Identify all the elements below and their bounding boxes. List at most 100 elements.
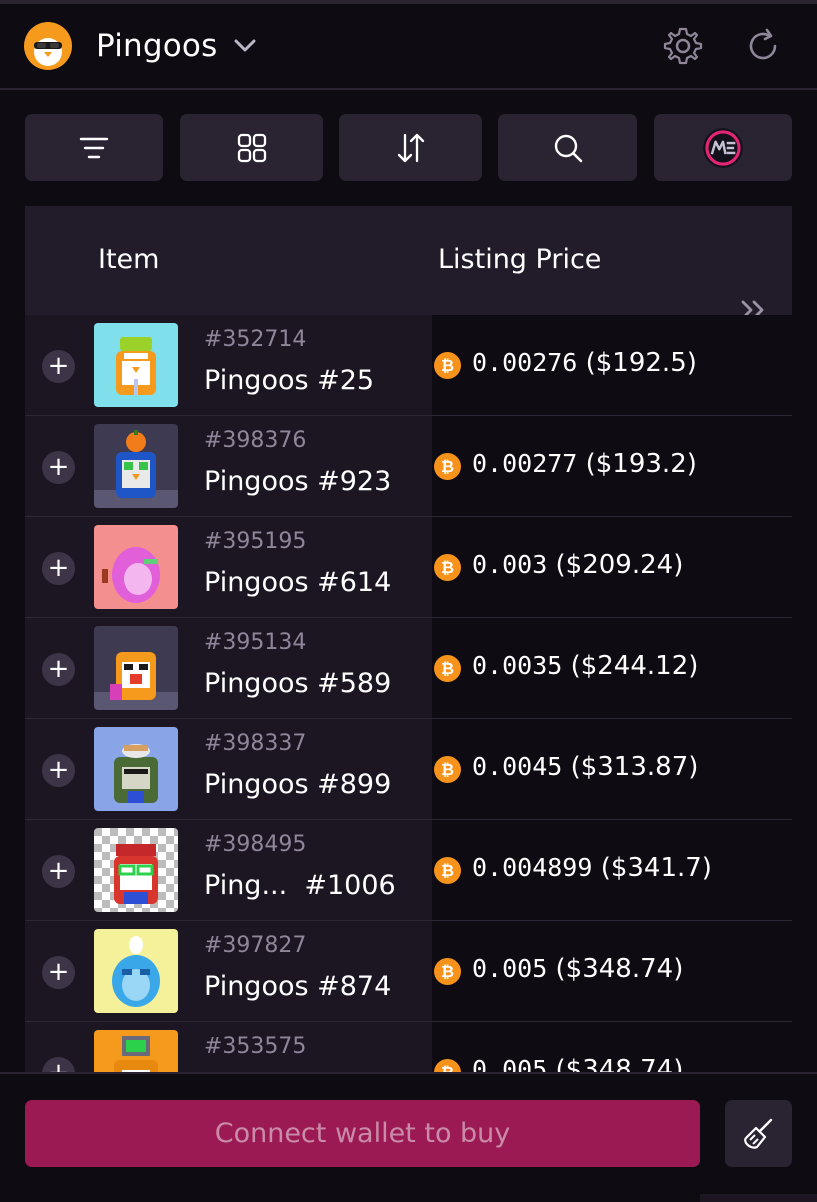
toolbar bbox=[25, 114, 792, 181]
add-to-cart-button[interactable]: + bbox=[42, 855, 75, 888]
sort-icon bbox=[397, 133, 424, 162]
plus-icon: + bbox=[47, 350, 70, 381]
item-name: Pingoos #614 bbox=[204, 567, 392, 598]
plus-icon: + bbox=[47, 552, 70, 583]
btc-amount: 0.00277 bbox=[472, 449, 578, 478]
add-to-cart-button[interactable]: + bbox=[42, 451, 75, 484]
magic-eden-icon bbox=[703, 127, 743, 168]
nft-thumbnail[interactable] bbox=[94, 323, 178, 407]
bitcoin-icon: ₿ bbox=[434, 453, 461, 480]
bitcoin-icon: ₿ bbox=[434, 1059, 461, 1072]
table-row[interactable]: + #398337 Pingoos #899 ₿ 0.0045 ($313.87… bbox=[25, 719, 792, 820]
item-name: Pingoos #874 bbox=[204, 971, 392, 1002]
bitcoin-icon: ₿ bbox=[434, 352, 461, 379]
search-button[interactable] bbox=[498, 114, 637, 181]
broom-icon bbox=[743, 1118, 772, 1149]
nft-thumbnail[interactable] bbox=[94, 1030, 178, 1072]
nft-thumbnail[interactable] bbox=[94, 828, 178, 912]
refresh-icon[interactable] bbox=[743, 26, 783, 66]
collection-selector[interactable]: Pingoos bbox=[96, 26, 259, 66]
bitcoin-icon: ₿ bbox=[434, 756, 461, 783]
btc-amount: 0.003 bbox=[472, 550, 548, 579]
item-name: Pingoos #25 bbox=[204, 365, 375, 396]
btc-amount: 0.0035 bbox=[472, 651, 563, 680]
item-name: Pingoos #899 bbox=[204, 769, 392, 800]
bitcoin-icon: ₿ bbox=[434, 554, 461, 581]
listing-price: 0.003 ($209.24) bbox=[472, 550, 683, 580]
table-row[interactable]: + #398376 Pingoos #923 ₿ 0.00277 ($193.2… bbox=[25, 416, 792, 517]
footer-bar: Connect wallet to buy bbox=[0, 1072, 817, 1202]
nft-thumbnail[interactable] bbox=[94, 727, 178, 811]
grid-view-button[interactable] bbox=[180, 114, 323, 181]
btc-amount: 0.005 bbox=[472, 1055, 548, 1072]
btc-amount: 0.004899 bbox=[472, 853, 593, 882]
listing-price: 0.0045 ($313.87) bbox=[472, 752, 698, 782]
filter-icon bbox=[79, 137, 109, 158]
nft-thumbnail[interactable] bbox=[94, 929, 178, 1013]
table-row[interactable]: + #398495 Ping... #1006 ₿ 0.004899 ($341… bbox=[25, 820, 792, 921]
column-header-price[interactable]: Listing Price bbox=[438, 244, 601, 275]
pingoo-logo-icon bbox=[24, 22, 72, 70]
table-row[interactable]: + #353575 ₿ 0.005 ($348.74) bbox=[25, 1022, 792, 1072]
inscription-number: #398376 bbox=[204, 428, 307, 453]
connect-wallet-button[interactable]: Connect wallet to buy bbox=[25, 1100, 700, 1167]
svg-text:₿: ₿ bbox=[441, 1063, 454, 1072]
add-to-cart-button[interactable]: + bbox=[42, 653, 75, 686]
inscription-number: #398337 bbox=[204, 731, 307, 756]
listings-table: Item Listing Price + #352714 Pingoos #25 bbox=[25, 206, 792, 1072]
nft-thumbnail[interactable] bbox=[94, 424, 178, 508]
add-to-cart-button[interactable]: + bbox=[42, 956, 75, 989]
collection-title: Pingoos bbox=[96, 28, 218, 64]
svg-text:₿: ₿ bbox=[441, 457, 454, 476]
usd-amount: ($348.74) bbox=[555, 1055, 684, 1072]
sort-button[interactable] bbox=[339, 114, 482, 181]
inscription-number: #353575 bbox=[204, 1034, 307, 1059]
table-header: Item Listing Price bbox=[25, 206, 792, 320]
table-row[interactable]: + #395134 Pingoos #589 ₿ 0.0035 ($244.12… bbox=[25, 618, 792, 719]
listing-price: 0.0035 ($244.12) bbox=[472, 651, 698, 681]
svg-text:₿: ₿ bbox=[441, 659, 454, 678]
add-to-cart-button[interactable]: + bbox=[42, 754, 75, 787]
add-to-cart-button[interactable]: + bbox=[42, 350, 75, 383]
search-icon bbox=[554, 134, 582, 162]
table-row[interactable]: + #352714 Pingoos #25 ₿ 0.00276 ($192.5) bbox=[25, 315, 792, 416]
filter-button[interactable] bbox=[25, 114, 163, 181]
bitcoin-icon: ₿ bbox=[434, 655, 461, 682]
usd-amount: ($348.74) bbox=[555, 954, 684, 984]
item-name: Pingoos #589 bbox=[204, 668, 392, 699]
chevron-down-icon bbox=[234, 39, 256, 52]
item-name: Pingoos #923 bbox=[204, 466, 392, 497]
plus-icon: + bbox=[47, 653, 70, 684]
plus-icon: + bbox=[48, 1060, 70, 1073]
usd-amount: ($193.2) bbox=[585, 449, 697, 479]
gear-icon[interactable] bbox=[663, 26, 703, 66]
add-to-cart-button[interactable]: + bbox=[42, 552, 75, 585]
svg-text:₿: ₿ bbox=[441, 861, 454, 880]
grid-view-icon bbox=[237, 133, 266, 162]
usd-amount: ($313.87) bbox=[570, 752, 699, 782]
magic-eden-button[interactable] bbox=[654, 114, 792, 181]
svg-text:₿: ₿ bbox=[441, 760, 454, 779]
listing-price: 0.00277 ($193.2) bbox=[472, 449, 697, 479]
clear-cart-button[interactable] bbox=[725, 1100, 792, 1167]
app-header: Pingoos bbox=[0, 4, 817, 90]
usd-amount: ($192.5) bbox=[585, 348, 697, 378]
btc-amount: 0.0045 bbox=[472, 752, 563, 781]
bitcoin-icon: ₿ bbox=[434, 857, 461, 884]
item-name: Ping... #1006 bbox=[204, 870, 396, 901]
plus-icon: + bbox=[47, 451, 70, 482]
table-row[interactable]: + #395195 Pingoos #614 ₿ 0.003 ($209.24) bbox=[25, 517, 792, 618]
svg-text:₿: ₿ bbox=[441, 558, 454, 577]
inscription-number: #397827 bbox=[204, 933, 307, 958]
inscription-number: #395195 bbox=[204, 529, 307, 554]
svg-text:₿: ₿ bbox=[441, 962, 454, 981]
inscription-number: #395134 bbox=[204, 630, 307, 655]
listing-price: 0.00276 ($192.5) bbox=[472, 348, 697, 378]
bitcoin-icon: ₿ bbox=[434, 958, 461, 985]
plus-icon: + bbox=[47, 754, 70, 785]
nft-thumbnail[interactable] bbox=[94, 626, 178, 710]
column-header-item: Item bbox=[98, 244, 160, 275]
table-row[interactable]: + #397827 Pingoos #874 ₿ 0.005 ($348.74) bbox=[25, 921, 792, 1022]
nft-thumbnail[interactable] bbox=[94, 525, 178, 609]
plus-icon: + bbox=[47, 956, 70, 987]
